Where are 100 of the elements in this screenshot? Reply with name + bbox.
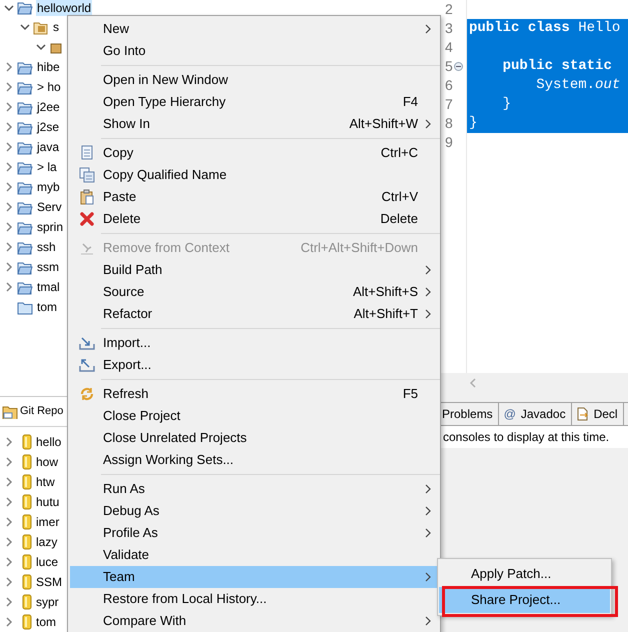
- export-icon: [78, 357, 94, 373]
- project-folder-icon: [17, 200, 33, 214]
- shortcut-label: Ctrl+V: [382, 188, 418, 206]
- menu-item[interactable]: Import...: [70, 332, 438, 354]
- menu-item[interactable]: Open Type Hierarchy F4: [70, 91, 438, 113]
- expand-chevron-icon[interactable]: [5, 242, 13, 252]
- project-folder-icon: [17, 120, 33, 134]
- menu-item[interactable]: Delete Delete: [70, 208, 438, 230]
- tree-item[interactable]: helloworld: [36, 0, 92, 16]
- view-tab[interactable]: @ Javadoc: [498, 403, 572, 425]
- menu-item[interactable]: Source Alt+Shift+S: [70, 281, 438, 303]
- menu-item[interactable]: Compare With: [70, 610, 438, 632]
- tree-item[interactable]: Serv: [36, 199, 63, 215]
- tree-item[interactable]: sprin: [36, 219, 64, 235]
- fold-icon[interactable]: [454, 62, 463, 71]
- menu-item[interactable]: Validate: [70, 544, 438, 566]
- menu-item[interactable]: Show In Alt+Shift+W: [70, 113, 438, 135]
- repository-item[interactable]: luce: [36, 553, 58, 571]
- menu-item[interactable]: Copy Ctrl+C: [70, 142, 438, 164]
- shortcut-label: F4: [402, 93, 418, 112]
- collapse-chevron-icon[interactable]: [4, 4, 14, 12]
- shortcut-label: Alt+Shift+W: [349, 115, 418, 134]
- tree-item[interactable]: myb: [36, 179, 61, 195]
- shortcut-label: Ctrl+C: [380, 144, 418, 162]
- menu-item[interactable]: Refactor Alt+Shift+T: [70, 303, 438, 325]
- tree-item[interactable]: ssh: [36, 239, 57, 255]
- tree-item[interactable]: j2ee: [36, 99, 61, 115]
- at-sign-icon: @: [504, 405, 516, 423]
- view-tab[interactable]: Decl: [572, 403, 624, 425]
- menu-item[interactable]: Close Unrelated Projects: [70, 427, 438, 449]
- project-folder-icon: [17, 60, 33, 74]
- menu-item[interactable]: Share Project...: [439, 587, 610, 613]
- repository-icon: [22, 514, 32, 530]
- collapse-chevron-icon[interactable]: [36, 43, 46, 51]
- menu-item[interactable]: Copy Qualified Name: [70, 164, 438, 186]
- menu-item[interactable]: Team: [70, 566, 438, 588]
- scroll-left-icon[interactable]: [469, 378, 477, 388]
- line-number: 3: [445, 19, 453, 38]
- repository-item[interactable]: SSM: [36, 573, 62, 591]
- menu-item[interactable]: Export...: [70, 354, 438, 376]
- repository-item[interactable]: sypr: [36, 593, 59, 611]
- tree-item[interactable]: ssm: [36, 259, 60, 275]
- menu-item[interactable]: Apply Patch...: [439, 561, 610, 587]
- expand-chevron-icon[interactable]: [5, 102, 13, 112]
- project-folder-icon: [17, 260, 33, 274]
- tree-item[interactable]: hibe: [36, 59, 61, 75]
- line-number: 8: [445, 114, 453, 133]
- shortcut-label: F5: [402, 385, 418, 404]
- repository-icon: [22, 494, 32, 510]
- menu-item[interactable]: Debug As: [70, 500, 438, 522]
- expand-chevron-icon[interactable]: [5, 162, 13, 172]
- repository-item[interactable]: tom: [36, 613, 56, 631]
- menu-item[interactable]: Open in New Window: [70, 69, 438, 91]
- menu-item[interactable]: New: [70, 18, 438, 40]
- expand-chevron-icon[interactable]: [5, 182, 13, 192]
- repository-item[interactable]: lazy: [36, 533, 58, 551]
- expand-chevron-icon[interactable]: [5, 262, 13, 272]
- menu-item[interactable]: Go Into: [70, 40, 438, 62]
- shortcut-label: Ctrl+Alt+Shift+Down: [300, 239, 418, 258]
- shortcut-label: Delete: [380, 210, 418, 228]
- repository-icon: [22, 614, 32, 630]
- collapse-chevron-icon[interactable]: [20, 23, 30, 31]
- package-icon: [49, 40, 63, 54]
- menu-item[interactable]: Profile As: [70, 522, 438, 544]
- shortcut-label: Alt+Shift+T: [354, 305, 418, 324]
- tree-item[interactable]: s: [52, 19, 60, 35]
- repository-item[interactable]: hutu: [36, 493, 60, 511]
- tree-item[interactable]: > ho: [36, 79, 62, 95]
- project-folder-icon: [17, 100, 33, 114]
- expand-chevron-icon[interactable]: [5, 142, 13, 152]
- tree-item[interactable]: tmal: [36, 279, 61, 295]
- repository-item[interactable]: htw: [36, 473, 55, 491]
- repository-item[interactable]: hello: [36, 433, 62, 451]
- project-folder-icon: [17, 1, 33, 15]
- repository-item[interactable]: how: [36, 453, 58, 471]
- tree-item[interactable]: tom: [36, 299, 58, 315]
- menu-item[interactable]: Paste Ctrl+V: [70, 186, 438, 208]
- expand-chevron-icon[interactable]: [5, 282, 13, 292]
- expand-chevron-icon[interactable]: [5, 222, 13, 232]
- shortcut-label: Alt+Shift+S: [352, 283, 418, 302]
- menu-item[interactable]: Restore from Local History...: [70, 588, 438, 610]
- expand-chevron-icon[interactable]: [5, 62, 13, 72]
- tree-item[interactable]: > la: [36, 159, 58, 175]
- repository-item[interactable]: imer: [36, 513, 60, 531]
- import-icon: [78, 335, 94, 351]
- tree-item[interactable]: j2se: [36, 119, 60, 135]
- tree-item[interactable]: java: [36, 139, 60, 155]
- line-number: 6: [445, 76, 453, 95]
- project-folder-icon: [17, 160, 33, 174]
- expand-chevron-icon[interactable]: [5, 82, 13, 92]
- expand-chevron-icon[interactable]: [5, 202, 13, 212]
- menu-item[interactable]: Build Path: [70, 259, 438, 281]
- menu-item[interactable]: Assign Working Sets...: [70, 449, 438, 471]
- expand-chevron-icon[interactable]: [5, 122, 13, 132]
- menu-item[interactable]: Run As: [70, 478, 438, 500]
- line-number: 5: [445, 57, 453, 76]
- repository-icon: [22, 574, 32, 590]
- repository-folder-icon: [2, 404, 18, 419]
- package-folder-icon: [33, 20, 49, 34]
- folder-icon: [17, 300, 33, 314]
